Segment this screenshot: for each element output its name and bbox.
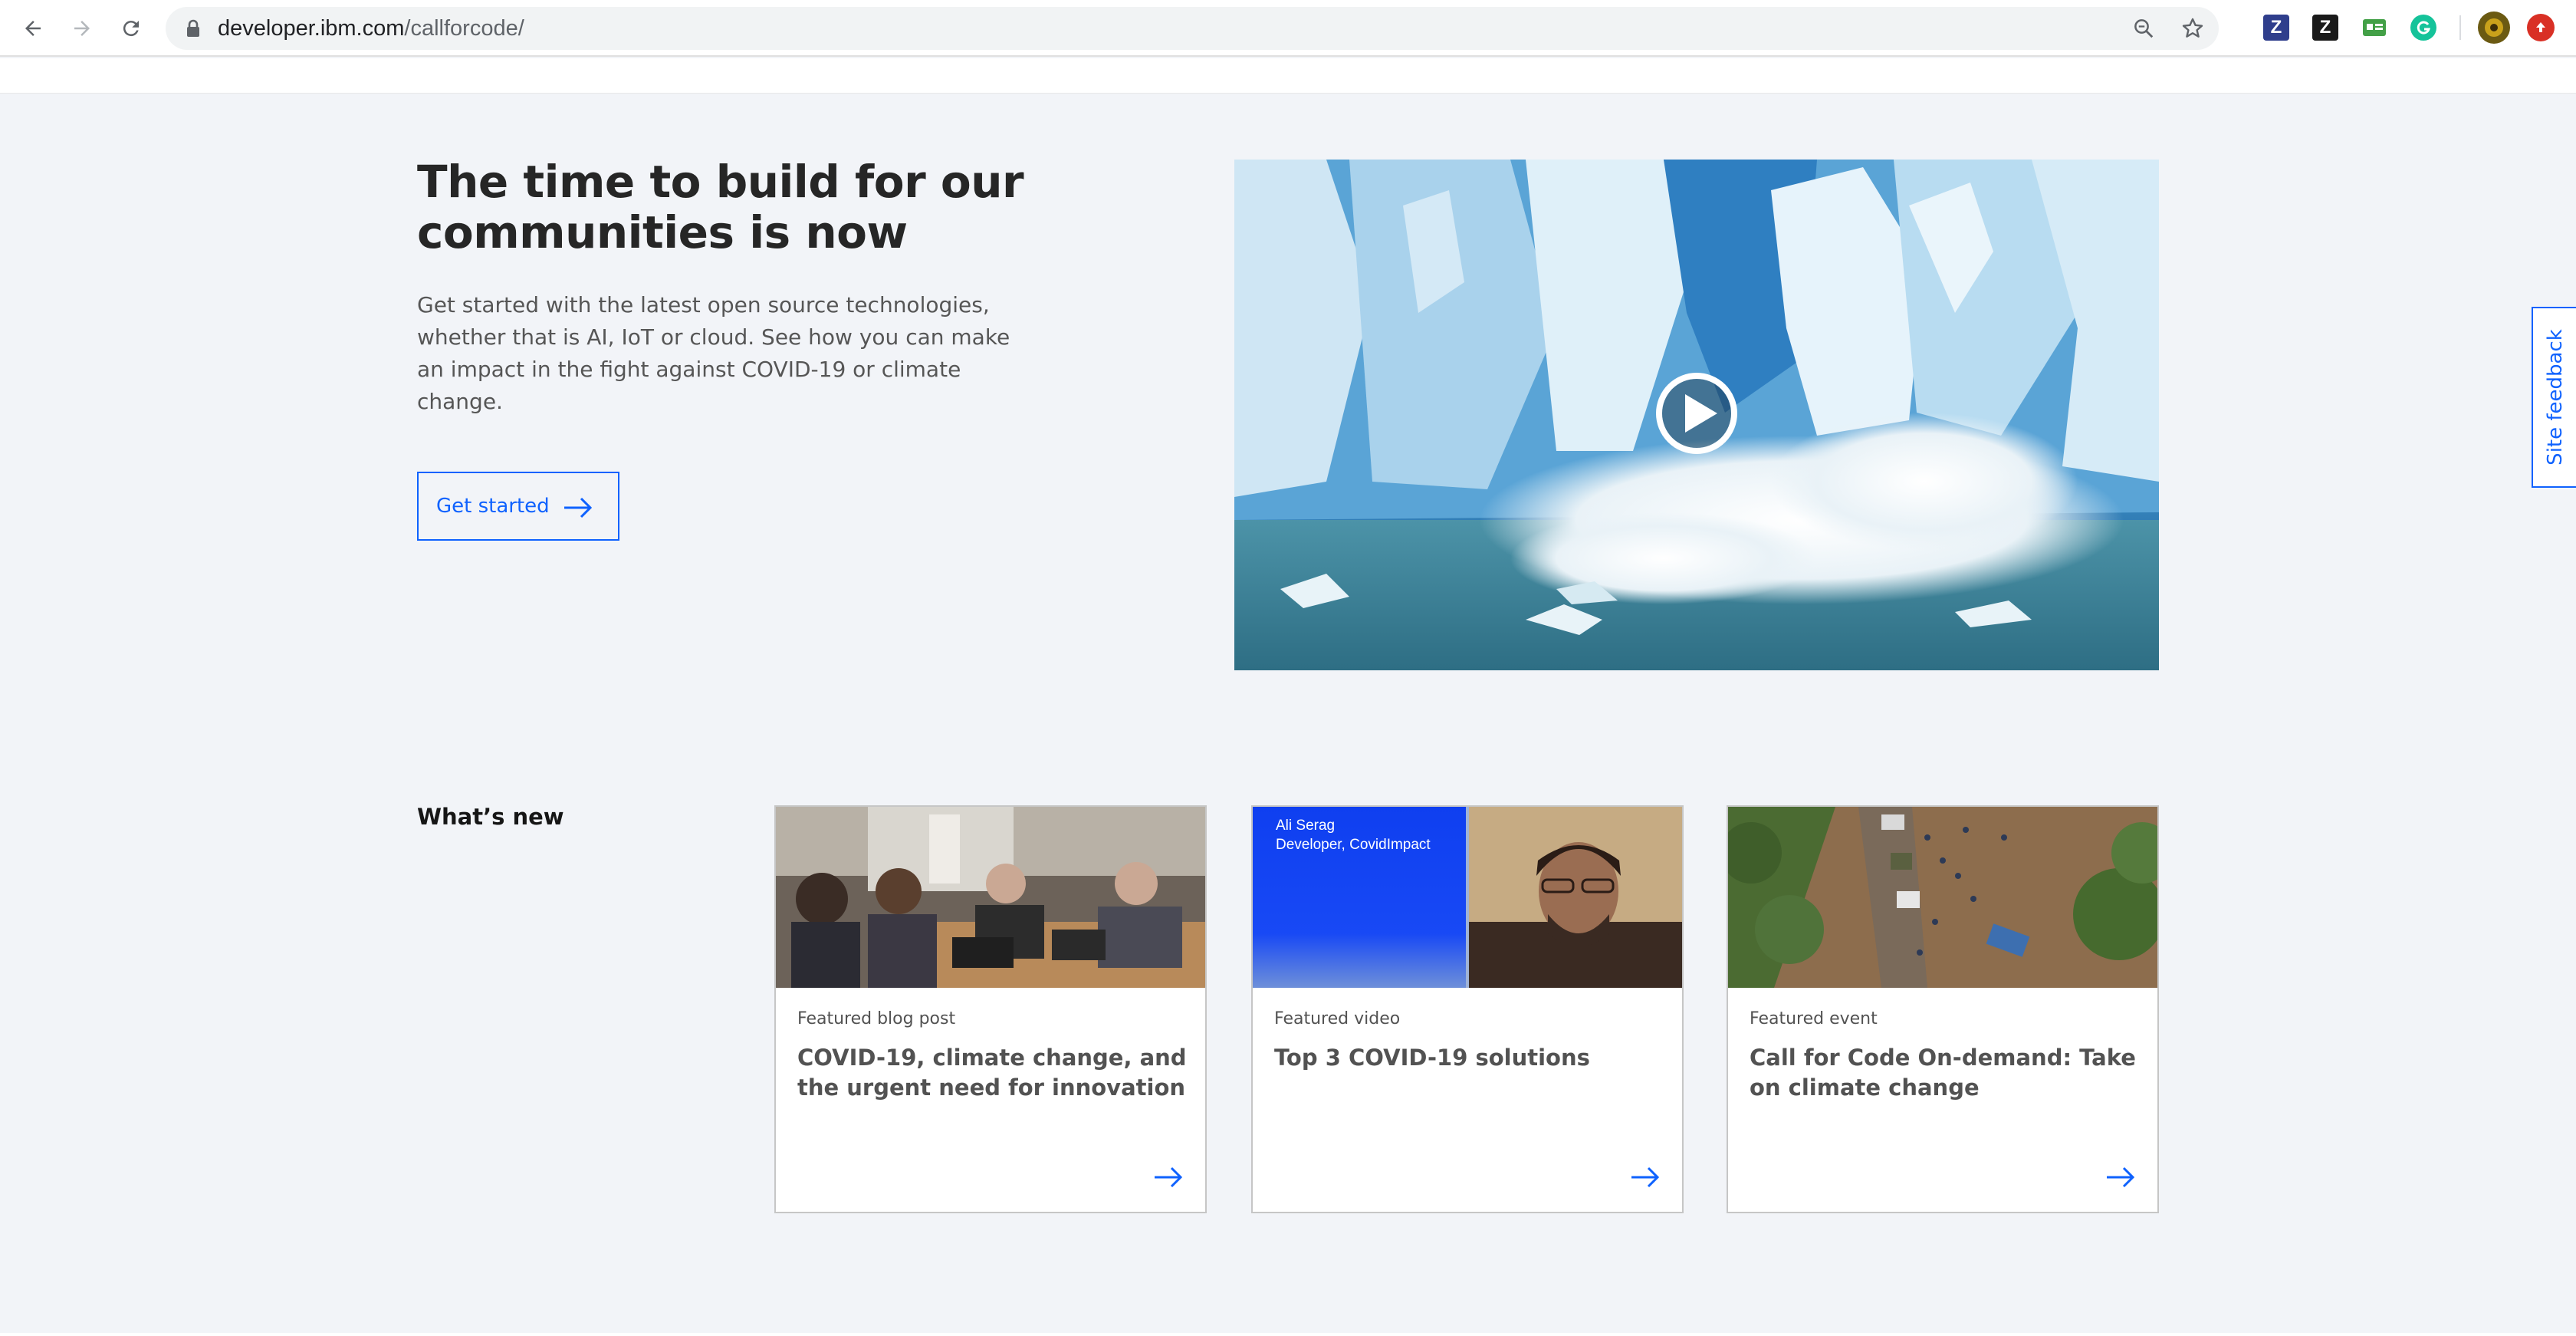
card-image xyxy=(776,807,1205,988)
get-started-label: Get started xyxy=(436,495,550,518)
get-started-button[interactable]: Get started xyxy=(417,472,619,541)
video-caption: Ali Serag Developer, CovidImpact xyxy=(1276,816,1431,854)
zotero-connector-icon[interactable]: Z xyxy=(2312,15,2338,41)
url-domain: developer.ibm.com xyxy=(218,16,405,41)
hero-description: Get started with the latest open source … xyxy=(417,292,1010,414)
card-featured-video[interactable]: Ali Serag Developer, CovidImpact Feature… xyxy=(1251,805,1684,1213)
card-image xyxy=(1728,807,2157,988)
flood-photo xyxy=(1728,807,2157,988)
toolbar-separator xyxy=(2459,15,2461,40)
card-title: Call for Code On-demand: Take on climate… xyxy=(1750,1045,2136,1101)
hero-title: The time to build for our communities is… xyxy=(417,156,1024,258)
page-bottom-edge xyxy=(0,1333,2576,1336)
card-featured-event[interactable]: Featured event Call for Code On-demand: … xyxy=(1727,805,2159,1213)
grammarly-icon[interactable] xyxy=(2410,15,2436,41)
back-arrow-icon xyxy=(25,21,41,36)
meeting-photo xyxy=(776,807,1205,988)
url-path: /callforcode/ xyxy=(404,16,524,41)
meet-icon[interactable] xyxy=(2361,15,2387,41)
address-bar[interactable]: developer.ibm.com/callforcode/ xyxy=(166,7,2219,50)
card-type: Featured blog post xyxy=(797,1009,956,1028)
forward-button[interactable] xyxy=(64,11,100,46)
video-caption-name: Ali Serag xyxy=(1276,818,1336,834)
update-icon[interactable] xyxy=(2527,14,2555,41)
profile-avatar[interactable] xyxy=(2478,12,2510,44)
card-title: COVID-19, climate change, and the urgent… xyxy=(797,1045,1187,1101)
hero-video[interactable] xyxy=(1234,160,2159,670)
arrow-right-icon xyxy=(2107,1167,2135,1188)
lock-icon xyxy=(187,19,199,37)
site-feedback-label: Site feedback xyxy=(2544,329,2567,466)
arrow-right-icon xyxy=(564,497,593,518)
zoom-icon[interactable] xyxy=(2131,16,2156,41)
arrow-right-icon xyxy=(1155,1167,1183,1188)
card-title: Top 3 COVID-19 solutions xyxy=(1274,1045,1590,1071)
zotero-icon[interactable]: Z xyxy=(2263,15,2289,41)
back-button[interactable] xyxy=(15,11,51,46)
browser-toolbar: developer.ibm.com/callforcode/ Z Z xyxy=(0,0,2576,57)
url-text: developer.ibm.com/callforcode/ xyxy=(218,7,524,50)
card-type: Featured event xyxy=(1750,1009,1878,1028)
whats-new-title: What’s new xyxy=(417,804,564,830)
card-blog-post[interactable]: Featured blog post COVID-19, climate cha… xyxy=(774,805,1207,1213)
video-caption-role: Developer, CovidImpact xyxy=(1276,837,1431,853)
forward-arrow-icon xyxy=(74,21,90,36)
bookmark-star-icon[interactable] xyxy=(2180,16,2205,41)
site-feedback-tab[interactable]: Site feedback xyxy=(2532,307,2576,488)
reload-button[interactable] xyxy=(113,11,149,46)
arrow-right-icon xyxy=(1631,1167,1660,1188)
card-type: Featured video xyxy=(1274,1009,1401,1028)
play-icon[interactable] xyxy=(1654,371,1739,456)
card-image: Ali Serag Developer, CovidImpact xyxy=(1253,807,1682,988)
site-header-strip xyxy=(0,58,2576,94)
reload-icon xyxy=(123,21,139,37)
